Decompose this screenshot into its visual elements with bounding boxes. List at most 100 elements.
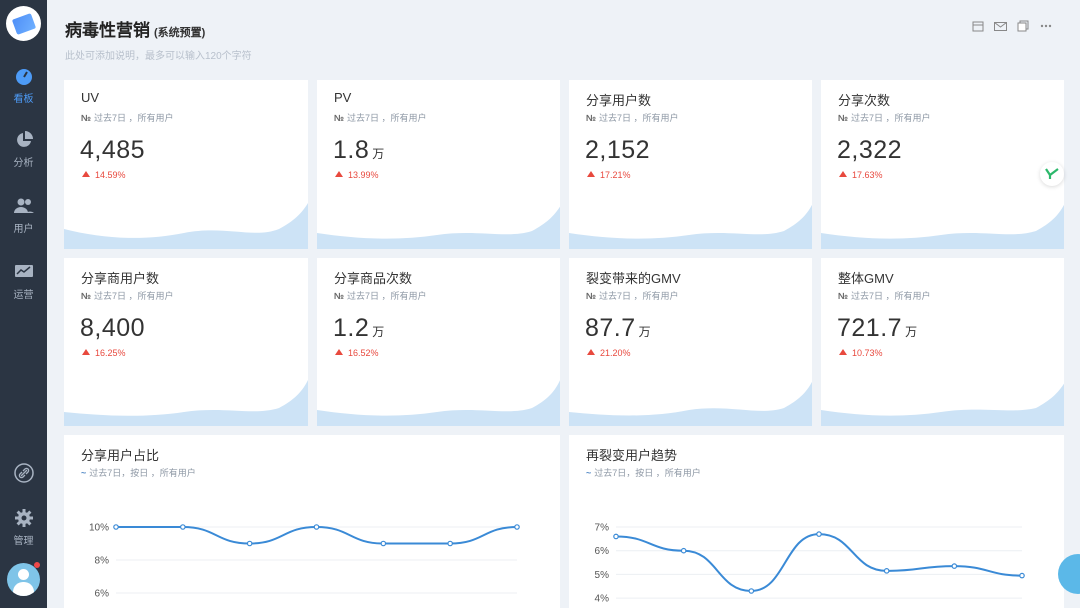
up-arrow-icon (587, 171, 595, 177)
metric-card-total-gmv[interactable]: 整体GMV № 过去7日 ，所有用户 721.7 万 10.73% (821, 258, 1064, 426)
metric-value: 1.2 万 (333, 314, 385, 342)
up-arrow-icon (839, 171, 847, 177)
sidebar-item-label: 管理 (13, 536, 34, 547)
card-title: 分享商用户数 (81, 271, 160, 286)
chart-meta: ~ 过去7日，按日 ，所有用户 (81, 468, 196, 478)
change-indicator: 17.21% (587, 170, 631, 180)
page-subtitle: (系统预置) (154, 27, 206, 39)
metric-card-share-merchant-users[interactable]: 分享商用户数 № 过去7日 ，所有用户 8,400 16.25% (64, 258, 308, 426)
metric-value: 87.7 万 (585, 314, 652, 342)
sidebar-item-users[interactable]: 用户 (0, 196, 47, 246)
metric-card-uv[interactable]: UV № 过去7日 ，所有用户 4,485 14.59% (64, 80, 308, 249)
line-chart[interactable]: 10% 8% 6% (64, 505, 560, 608)
card-meta: № 过去7日 ，所有用户 (334, 113, 427, 123)
chart-meta: ~ 过去7日，按日 ，所有用户 (586, 468, 701, 478)
data-point (380, 540, 387, 547)
up-arrow-icon (839, 349, 847, 355)
sparkline (64, 203, 308, 249)
gear-icon (14, 508, 34, 528)
sidebar-item-label: 用户 (13, 224, 34, 235)
y-tick-label: 10% (89, 523, 109, 534)
card-title: 分享用户数 (586, 93, 652, 108)
mail-icon[interactable] (992, 19, 1008, 33)
sparkline (317, 206, 560, 249)
metric-card-fission-gmv[interactable]: 裂变带来的GMV № 过去7日 ，所有用户 87.7 万 21.20% (569, 258, 812, 426)
users-icon (13, 196, 34, 216)
avatar[interactable] (7, 563, 40, 596)
chart-card-share-user-ratio[interactable]: 分享用户占比 ~ 过去7日，按日 ，所有用户 10% 8% 6% (64, 435, 560, 608)
vendor-badge-icon[interactable] (1040, 162, 1064, 186)
data-point (113, 524, 119, 530)
app-logo[interactable] (6, 6, 41, 41)
up-arrow-icon (82, 171, 90, 177)
metric-value: 8,400 (80, 314, 146, 342)
change-indicator: 16.52% (335, 348, 379, 358)
card-meta: № 过去7日 ，所有用户 (334, 291, 427, 301)
y-tick-label: 8% (95, 556, 110, 567)
card-title: 裂变带来的GMV (586, 271, 681, 286)
logo-icon (11, 12, 36, 35)
metric-card-share-product-count[interactable]: 分享商品次数 № 过去7日 ，所有用户 1.2 万 16.52% (317, 258, 560, 426)
notification-dot (34, 562, 40, 568)
sidebar-item-analysis[interactable]: 分析 (0, 130, 47, 180)
sidebar-item-label: 分析 (13, 158, 34, 169)
card-title: 分享商品次数 (334, 271, 413, 286)
chart-title: 分享用户占比 (81, 448, 160, 463)
pie-chart-icon (14, 130, 34, 150)
sparkline (569, 381, 812, 426)
sidebar-item-operations[interactable]: 运营 (0, 262, 47, 312)
up-arrow-icon (82, 349, 90, 355)
card-meta: № 过去7日 ，所有用户 (81, 291, 174, 301)
up-arrow-icon (587, 349, 595, 355)
up-arrow-icon (335, 171, 343, 177)
change-indicator: 13.99% (335, 170, 379, 180)
y-tick-label: 4% (595, 594, 610, 605)
copy-icon[interactable] (1015, 19, 1031, 33)
chart-card-refission-trend[interactable]: 再裂变用户趋势 ~ 过去7日，按日 ，所有用户 7% 6% 5% 4% (569, 435, 1064, 608)
sidebar-item-label: 看板 (13, 94, 34, 105)
card-meta: № 过去7日 ，所有用户 (586, 113, 679, 123)
data-point (447, 540, 453, 547)
change-indicator: 17.63% (839, 170, 883, 180)
metric-value: 4,485 (80, 136, 146, 164)
change-indicator: 21.20% (587, 348, 631, 358)
metric-value: 2,152 (585, 136, 651, 164)
trend-icon: ~ (586, 468, 592, 478)
data-point (313, 524, 320, 530)
sparkline (569, 204, 812, 249)
data-point (246, 540, 253, 547)
metric-card-pv[interactable]: PV № 过去7日 ，所有用户 1.8 万 13.99% (317, 80, 560, 249)
data-point (514, 524, 520, 530)
monitor-icon (14, 262, 34, 282)
data-point (883, 568, 890, 574)
metric-value: 1.8 万 (333, 136, 385, 164)
card-title: 分享次数 (838, 93, 891, 108)
page-description[interactable]: 此处可添加说明，最多可以输入120个字符 (65, 47, 252, 62)
sidebar-item-link[interactable] (0, 463, 47, 513)
page-title-text: 病毒性营销 (65, 21, 150, 40)
sidebar-item-admin[interactable]: 管理 (0, 508, 47, 558)
trend-icon: ~ (81, 468, 87, 478)
card-title: PV (334, 90, 352, 105)
link-icon (13, 463, 34, 483)
data-point (748, 588, 755, 594)
card-meta: № 过去7日 ，所有用户 (81, 113, 174, 123)
sidebar-item-dashboard[interactable]: 看板 (0, 66, 47, 116)
sidebar: 看板 分析 用户 运营 管理 (0, 0, 47, 608)
sparkline (821, 383, 1064, 426)
more-icon[interactable] (1038, 19, 1054, 33)
metric-card-share-count[interactable]: 分享次数 № 过去7日 ，所有用户 2,322 17.63% (821, 80, 1064, 249)
data-point (816, 531, 822, 537)
metric-card-share-users[interactable]: 分享用户数 № 过去7日 ，所有用户 2,152 17.21% (569, 80, 812, 249)
line-chart[interactable]: 7% 6% 5% 4% (569, 505, 1064, 608)
card-meta: № 过去7日 ，所有用户 (838, 291, 931, 301)
change-indicator: 16.25% (82, 348, 126, 358)
card-meta: № 过去7日 ，所有用户 (586, 291, 679, 301)
sparkline (64, 380, 308, 426)
y-tick-label: 5% (595, 570, 610, 581)
calendar-icon[interactable] (970, 19, 986, 33)
data-point (613, 533, 619, 540)
chart-title: 再裂变用户趋势 (586, 448, 678, 463)
data-point (1019, 572, 1025, 579)
metric-value: 2,322 (837, 136, 903, 164)
